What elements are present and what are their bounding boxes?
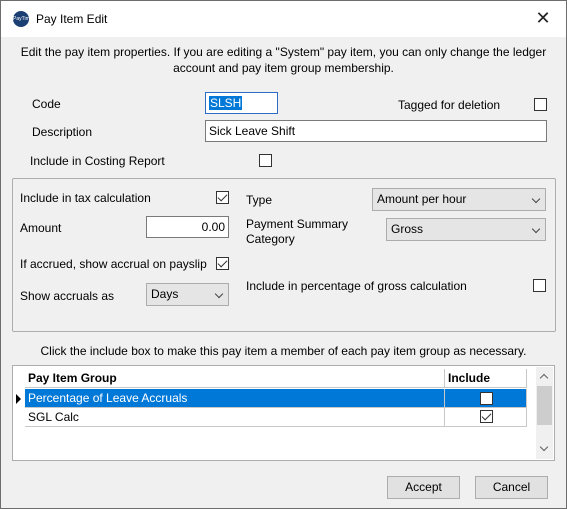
include-checkbox[interactable] [480,410,493,423]
show-accruals-as-label: Show accruals as [20,289,115,303]
include-checkbox[interactable] [480,392,493,405]
show-accrual-checkbox[interactable] [216,257,229,270]
group-instructions: Click the include box to make this pay i… [40,344,527,358]
close-icon[interactable]: ✕ [520,1,566,37]
type-select[interactable]: Amount per hour [372,188,546,211]
intro-text: Edit the pay item properties. If you are… [20,45,547,75]
scroll-down-icon[interactable] [539,442,549,452]
pay-item-edit-dialog: PayTime Pay Item Edit ✕ Edit the pay ite… [0,0,567,509]
tagged-for-deletion-checkbox[interactable] [534,98,547,111]
chevron-down-icon [214,289,224,299]
show-accruals-as-value: Days [151,287,179,301]
payment-summary-value: Gross [391,222,424,236]
cancel-button[interactable]: Cancel [475,476,548,499]
include-cell[interactable] [445,408,527,427]
current-row-pointer-icon [16,394,21,404]
code-value: SLSH [209,96,243,110]
table-row[interactable]: SGL Calc [13,408,528,427]
pay-item-group-grid[interactable]: Pay Item Group Include Percentage of Lea… [12,365,555,461]
code-label: Code [32,97,61,111]
group-name-cell[interactable]: SGL Calc [25,408,445,427]
vertical-scrollbar[interactable] [536,367,553,459]
column-header-group[interactable]: Pay Item Group [25,369,445,388]
scroll-thumb[interactable] [537,386,552,425]
include-pct-gross-label: Include in percentage of gross calculati… [246,279,467,293]
grid-header-row: Pay Item Group Include [13,369,528,388]
include-costing-label: Include in Costing Report [30,154,165,168]
amount-label: Amount [20,221,62,235]
description-label: Description [32,125,93,139]
type-value: Amount per hour [377,192,467,206]
window-title: Pay Item Edit [36,12,108,26]
description-input[interactable]: Sick Leave Shift [205,120,547,142]
column-header-include[interactable]: Include [445,369,527,388]
show-accrual-label: If accrued, show accrual on payslip [20,257,207,271]
code-input[interactable]: SLSH [205,92,278,114]
include-tax-label: Include in tax calculation [20,191,151,205]
payment-summary-select[interactable]: Gross [386,218,546,241]
include-tax-checkbox[interactable] [216,191,229,204]
group-name-cell[interactable]: Percentage of Leave Accruals [25,389,445,408]
include-cell[interactable] [445,389,527,408]
description-value: Sick Leave Shift [209,124,296,138]
scroll-up-icon[interactable] [539,373,549,383]
show-accruals-as-select[interactable]: Days [146,283,229,306]
payment-summary-label-line2: Category [246,232,295,246]
chevron-down-icon [531,224,541,234]
table-row[interactable]: Percentage of Leave Accruals [13,389,528,408]
tagged-for-deletion-label: Tagged for deletion [398,98,501,112]
app-logo-icon: PayTime [13,11,33,27]
payment-summary-label-line1: Payment Summary [246,217,349,231]
accept-button[interactable]: Accept [387,476,460,499]
amount-input[interactable]: 0.00 [146,216,229,238]
title-bar: PayTime Pay Item Edit ✕ [1,1,566,37]
type-label: Type [246,193,273,207]
amount-value: 0.00 [201,220,225,234]
chevron-down-icon [531,194,541,204]
include-costing-checkbox[interactable] [259,154,272,167]
include-pct-gross-checkbox[interactable] [533,279,546,292]
